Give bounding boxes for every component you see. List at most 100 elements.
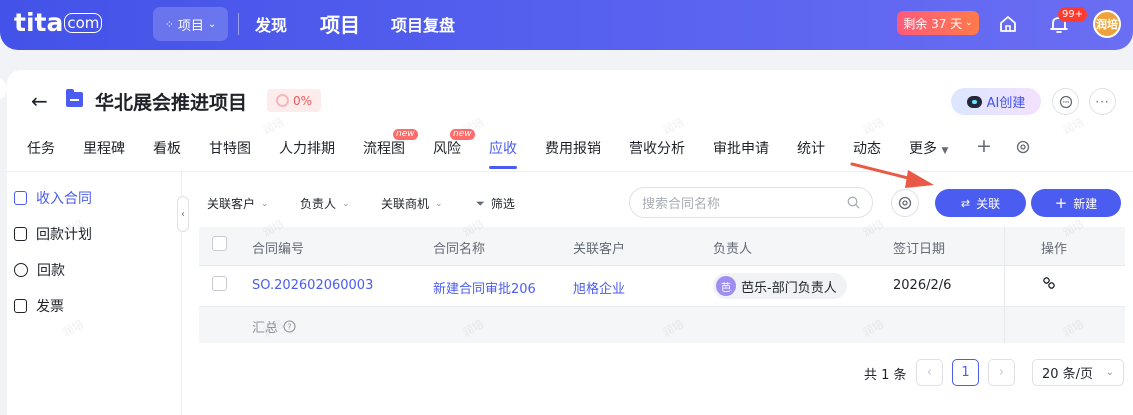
unlink-icon[interactable] — [1043, 277, 1055, 289]
table-header — [199, 227, 1125, 266]
opportunity-filter[interactable]: 关联商机 ⌄ — [381, 195, 443, 212]
more-options-button[interactable]: ··· — [1089, 88, 1116, 115]
contract-icon — [14, 191, 27, 205]
contract-name-link[interactable]: 新建合同审批206 — [433, 278, 536, 297]
signed-date: 2026/2/6 — [893, 278, 952, 293]
tab-activity[interactable]: 动态 — [853, 138, 881, 158]
page-size-value: 20 条/页 — [1042, 367, 1094, 382]
tab-gantt[interactable]: 甘特图 — [209, 138, 251, 158]
nav-divider — [238, 13, 239, 35]
owner-filter-label: 负责人 — [300, 197, 337, 211]
new-button-label: 新建 — [1073, 196, 1098, 211]
user-avatar[interactable]: 润培 — [1093, 10, 1121, 38]
folder-icon — [66, 89, 83, 107]
prev-page-button[interactable]: ‹ — [916, 359, 943, 386]
nav-projects[interactable]: 项目 — [320, 9, 360, 38]
page-number-button[interactable]: 1 — [952, 359, 979, 386]
page-size-select[interactable]: 20 条/页 ⌄ — [1032, 359, 1124, 386]
customer-filter[interactable]: 关联客户 ⌄ — [207, 195, 269, 212]
tab-more[interactable]: 更多 ▼ — [909, 138, 948, 158]
ai-create-label: AI创建 — [986, 96, 1026, 111]
sidebar-item-label: 回款 — [37, 263, 65, 279]
column-divider — [1004, 227, 1005, 343]
sidebar-item-invoices[interactable]: 发票 — [14, 296, 64, 316]
chevron-down-icon: ⌄ — [342, 198, 350, 209]
tab-resource-schedule[interactable]: 人力排期 — [279, 138, 335, 158]
column-settings-button[interactable] — [891, 189, 919, 217]
progress-badge: 0% — [267, 89, 321, 112]
progress-value: 0% — [292, 93, 313, 108]
receivables-sidebar — [7, 172, 182, 415]
chevron-down-icon: ⌄ — [207, 18, 217, 30]
annotation-arrow-icon — [850, 162, 934, 188]
chevron-right-icon: › — [998, 365, 1005, 380]
select-all-checkbox[interactable] — [212, 236, 227, 251]
ai-create-button[interactable]: AI创建 — [951, 88, 1041, 115]
yen-coin-icon — [14, 263, 28, 277]
nav-project-review[interactable]: 项目复盘 — [391, 12, 455, 36]
sidebar-item-payments[interactable]: 回款 — [14, 260, 65, 280]
tab-approval-requests[interactable]: 审批申请 — [713, 138, 769, 158]
sidebar-item-income-contracts[interactable]: 收入合同 — [14, 188, 92, 208]
link-button-label: 关联 — [976, 196, 1001, 211]
progress-ring-icon — [275, 94, 289, 107]
tab-board[interactable]: 看板 — [153, 138, 181, 158]
home-icon[interactable] — [997, 13, 1019, 35]
tab-tasks[interactable]: 任务 — [27, 138, 55, 158]
tab-flowchart[interactable]: 流程图 — [363, 138, 405, 158]
contract-search-input[interactable]: 搜索合同名称 — [629, 187, 873, 218]
column-header-signed-date[interactable]: 签订日期 — [893, 238, 945, 257]
trial-remaining-button[interactable]: 剩余 37 天 ⌄ — [897, 11, 979, 35]
new-tag: new — [393, 129, 418, 140]
customer-filter-label: 关联客户 — [207, 197, 256, 211]
top-navigation-bar: tita com ⁘ 项目 ⌄ 发现 项目 项目复盘 剩余 37 天 ⌄ 99+ … — [0, 0, 1133, 50]
avatar: 芭 — [716, 276, 736, 296]
nav-discover[interactable]: 发现 — [255, 12, 287, 36]
apps-icon: ⁘ — [164, 17, 174, 31]
svg-text:?: ? — [287, 323, 291, 332]
chevron-down-icon: ⌄ — [965, 18, 973, 28]
collapse-sidebar-button[interactable]: ‹ — [177, 196, 189, 232]
link-swap-icon: ⇄ — [960, 196, 971, 210]
tab-milestones[interactable]: 里程碑 — [83, 138, 125, 158]
chevron-left-icon: ‹ — [181, 208, 185, 220]
back-arrow-icon[interactable]: ← — [31, 89, 48, 113]
tab-revenue-analysis[interactable]: 营收分析 — [629, 138, 685, 158]
project-switcher-button[interactable]: ⁘ 项目 ⌄ — [153, 7, 228, 41]
notification-badge: 99+ — [1058, 7, 1088, 22]
tab-statistics[interactable]: 统计 — [797, 138, 825, 158]
calendar-icon — [14, 227, 27, 241]
chevron-down-icon: ⌄ — [261, 198, 269, 209]
active-tab-indicator — [489, 166, 517, 169]
add-tab-icon[interactable]: + — [976, 135, 992, 157]
owner-filter[interactable]: 负责人 ⌄ — [300, 195, 350, 212]
comment-button[interactable] — [1052, 88, 1079, 115]
search-icon — [847, 196, 860, 209]
new-contract-button[interactable]: + 新建 — [1031, 189, 1121, 217]
tab-risk[interactable]: 风险 — [433, 138, 461, 158]
chevron-left-icon: ‹ — [926, 365, 933, 380]
project-switcher-label: 项目 — [177, 18, 204, 34]
owner-name: 芭乐-部门负责人 — [741, 280, 837, 296]
column-header-contract-no[interactable]: 合同编号 — [252, 238, 304, 257]
project-title: 华北展会推进项目 — [95, 92, 248, 114]
advanced-filter-button[interactable]: ⏷ 筛选 — [476, 195, 515, 212]
owner-chip[interactable]: 芭 芭乐-部门负责人 — [713, 273, 847, 299]
contract-no-link[interactable]: SO.202602060003 — [252, 278, 373, 293]
next-page-button[interactable]: › — [988, 359, 1015, 386]
link-contract-button[interactable]: ⇄ 关联 — [935, 189, 1026, 217]
plus-icon: + — [1054, 194, 1068, 212]
column-header-owner[interactable]: 负责人 — [713, 238, 752, 257]
column-header-contract-name[interactable]: 合同名称 — [433, 238, 485, 257]
column-header-customer[interactable]: 关联客户 — [573, 238, 625, 257]
chevron-down-icon: ⌄ — [1105, 367, 1114, 378]
tab-receivables[interactable]: 应收 — [489, 138, 517, 158]
gear-icon — [898, 196, 912, 210]
tab-settings-icon[interactable] — [1016, 140, 1030, 154]
row-checkbox[interactable] — [212, 276, 227, 291]
robot-icon — [966, 95, 982, 108]
customer-link[interactable]: 旭格企业 — [573, 278, 625, 297]
tita-logo[interactable]: tita com — [14, 8, 103, 37]
filter-label: 筛选 — [490, 197, 515, 211]
tab-expense-claims[interactable]: 费用报销 — [545, 138, 601, 158]
